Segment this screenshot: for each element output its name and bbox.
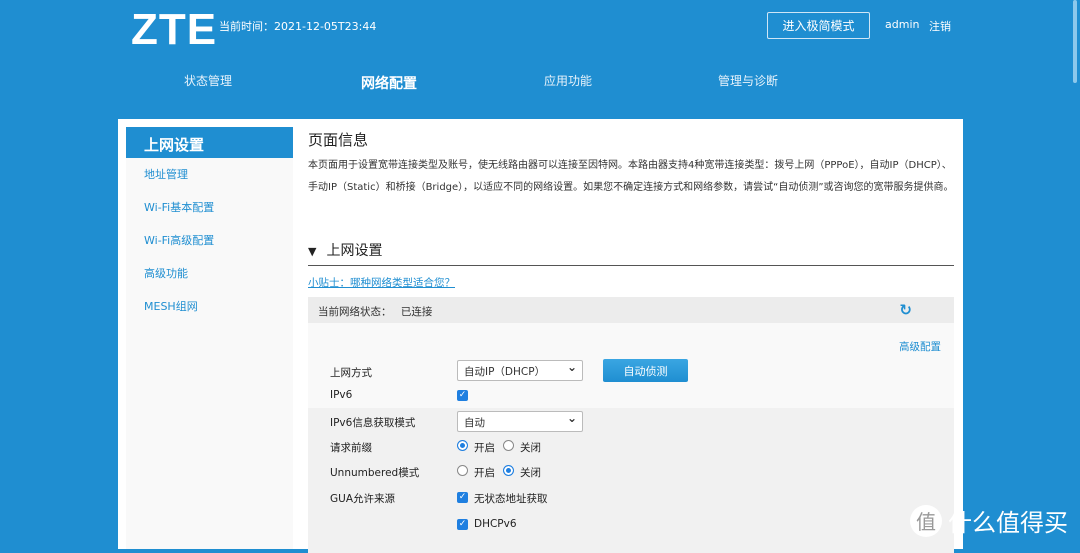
watermark-text: 什么值得买	[948, 509, 1068, 537]
page-title: 页面信息	[308, 131, 369, 149]
ipv6-mode-value: 自动	[464, 417, 485, 429]
sidebar-item-mesh[interactable]: MESH组网	[126, 290, 293, 323]
simple-mode-button[interactable]: 进入极简模式	[767, 12, 870, 39]
current-time: 当前时间：2021-12-05T23:44	[219, 20, 377, 33]
unnumbered-on-radio[interactable]	[457, 465, 468, 476]
prefix-off-radio[interactable]	[503, 440, 514, 451]
gua-dhcpv6-checkbox[interactable]: ✓	[457, 519, 468, 530]
zte-logo: ZTE	[131, 5, 218, 54]
page-description: 本页面用于设置宽带连接类型及账号，使无线路由器可以连接至因特网。本路由器支持4种…	[308, 160, 954, 193]
prefix-label: 请求前缀	[330, 442, 372, 454]
sidebar-item-advanced[interactable]: 高级功能	[126, 257, 293, 290]
ipv6-checkbox[interactable]: ✓	[457, 390, 468, 401]
nav-network[interactable]: 网络配置	[361, 73, 417, 93]
sidebar-item-address[interactable]: 地址管理	[126, 158, 293, 191]
sidebar: 上网设置 地址管理 Wi-Fi基本配置 Wi-Fi高级配置 高级功能 MESH组…	[126, 127, 293, 549]
gua-slaac-checkbox[interactable]: ✓	[457, 492, 468, 503]
watermark: 值什么值得买	[910, 503, 1068, 538]
prefix-on-label: 开启	[474, 442, 495, 454]
ipv6-label: IPv6	[330, 389, 353, 401]
unnumbered-off-label: 关闭	[520, 467, 541, 479]
prefix-off-label: 关闭	[520, 442, 541, 454]
refresh-icon[interactable]: ↻	[899, 301, 912, 319]
watermark-logo-icon: 值	[910, 504, 942, 537]
ipv6-mode-label: IPv6信息获取模式	[330, 417, 416, 429]
status-label: 当前网络状态：	[318, 306, 392, 318]
unnumbered-off-radio[interactable]	[503, 465, 514, 476]
sidebar-title[interactable]: 上网设置	[126, 127, 293, 158]
section-title: 上网设置	[326, 243, 383, 259]
content-panel: 上网设置 地址管理 Wi-Fi基本配置 Wi-Fi高级配置 高级功能 MESH组…	[118, 119, 963, 553]
username: admin	[885, 18, 920, 31]
prefix-on-radio[interactable]	[457, 440, 468, 451]
sidebar-item-wifi-advanced[interactable]: Wi-Fi高级配置	[126, 224, 293, 257]
section-header[interactable]: ▼ 上网设置	[308, 240, 954, 266]
sidebar-item-wifi-basic[interactable]: Wi-Fi基本配置	[126, 191, 293, 224]
form-basic: 高级配置 上网方式 自动IP（DHCP） 自动侦测 IPv6 ✓	[308, 323, 954, 408]
gua-dhcpv6-label: DHCPv6	[474, 518, 517, 530]
tip-link[interactable]: 小贴士：哪种网络类型适合您？	[308, 275, 455, 290]
ipv6-mode-select[interactable]: 自动	[457, 411, 583, 432]
form-ipv6: IPv6信息获取模式 自动 请求前缀 开启 关闭 Unnumbered模式 开启…	[308, 408, 954, 553]
nav-apps[interactable]: 应用功能	[544, 72, 592, 89]
network-status-bar: 当前网络状态： 已连接 ↻	[308, 297, 954, 323]
wan-type-label: 上网方式	[330, 367, 372, 379]
collapse-arrow-icon: ▼	[308, 245, 317, 258]
unnumbered-label: Unnumbered模式	[330, 467, 420, 479]
status-value: 已连接	[400, 306, 433, 318]
nav-management[interactable]: 管理与诊断	[718, 72, 778, 89]
nav-status[interactable]: 状态管理	[184, 72, 232, 89]
scrollbar[interactable]	[1073, 0, 1077, 83]
logout-link[interactable]: 注销	[929, 18, 951, 34]
auto-detect-button[interactable]: 自动侦测	[603, 359, 688, 382]
gua-label: GUA允许来源	[330, 493, 396, 505]
wan-type-value: 自动IP（DHCP）	[464, 366, 546, 378]
advanced-config-link[interactable]: 高级配置	[899, 339, 941, 354]
unnumbered-on-label: 开启	[474, 467, 495, 479]
wan-type-select[interactable]: 自动IP（DHCP）	[457, 360, 583, 381]
gua-slaac-label: 无状态地址获取	[474, 493, 548, 505]
